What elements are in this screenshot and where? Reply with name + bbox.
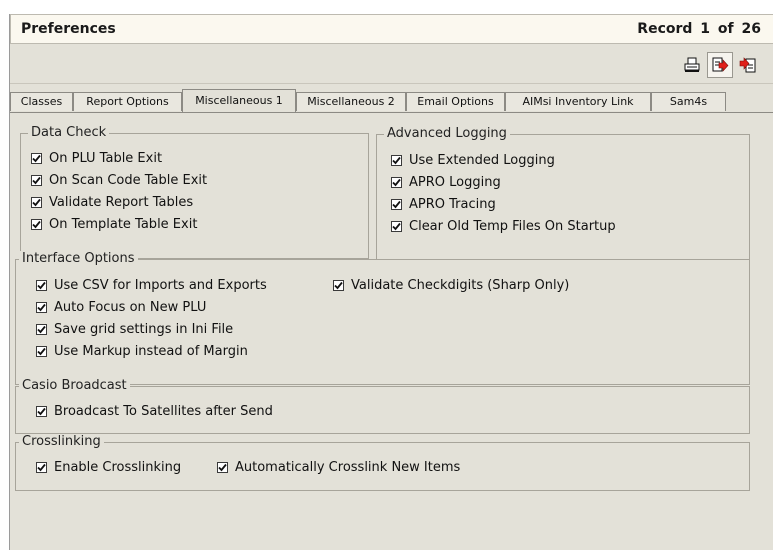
checkbox[interactable] xyxy=(36,461,47,473)
checkmark-icon xyxy=(32,198,41,206)
validate-checkdigits-checkbox[interactable]: Validate Checkdigits (Sharp Only) xyxy=(333,276,569,294)
checkmark-icon xyxy=(32,154,41,162)
use-csv-checkbox[interactable]: Use CSV for Imports and Exports xyxy=(36,276,267,294)
checkbox[interactable] xyxy=(391,220,402,232)
title-bar: Preferences Record 1 of 26 xyxy=(10,14,773,44)
apro-tracing-checkbox[interactable]: APRO Tracing xyxy=(391,195,496,213)
auto-focus-new-plu-checkbox[interactable]: Auto Focus on New PLU xyxy=(36,298,206,316)
data-check-scan-code-table-exit[interactable]: On Scan Code Table Exit xyxy=(31,171,207,189)
advanced-logging-group: Advanced Logging Use Extended Logging AP… xyxy=(376,126,750,260)
record-label: Record xyxy=(637,21,693,37)
checkbox-label: On PLU Table Exit xyxy=(49,150,163,166)
checkmark-icon xyxy=(334,281,343,289)
checkbox-label: Broadcast To Satellites after Send xyxy=(54,403,273,419)
checkmark-icon xyxy=(392,222,401,230)
tab-strip: Classes Report Options Miscellaneous 1 M… xyxy=(10,89,773,113)
casio-broadcast-group: Casio Broadcast Broadcast To Satellites … xyxy=(15,378,750,434)
checkbox-label: Clear Old Temp Files On Startup xyxy=(409,218,616,234)
checkbox-label: Automatically Crosslink New Items xyxy=(235,459,461,475)
toolbar xyxy=(10,44,773,84)
import-button[interactable] xyxy=(735,52,761,78)
import-document-icon xyxy=(739,57,756,73)
checkbox-label: APRO Logging xyxy=(409,174,501,190)
checkmark-icon xyxy=(37,347,46,355)
checkmark-icon xyxy=(32,220,41,228)
tab-classes[interactable]: Classes xyxy=(10,92,73,111)
checkbox-label: Validate Report Tables xyxy=(49,194,194,210)
save-grid-settings-checkbox[interactable]: Save grid settings in Ini File xyxy=(36,320,233,338)
use-extended-logging-checkbox[interactable]: Use Extended Logging xyxy=(391,151,555,169)
apro-logging-checkbox[interactable]: APRO Logging xyxy=(391,173,501,191)
checkbox-label: Use Extended Logging xyxy=(409,152,555,168)
checkbox[interactable] xyxy=(36,345,47,357)
printer-icon xyxy=(684,57,700,72)
auto-crosslink-new-items-checkbox[interactable]: Automatically Crosslink New Items xyxy=(217,458,460,476)
crosslinking-title: Crosslinking xyxy=(19,434,104,450)
checkbox-label: On Template Table Exit xyxy=(49,216,198,232)
data-check-plu-table-exit[interactable]: On PLU Table Exit xyxy=(31,149,162,167)
tab-miscellaneous-2[interactable]: Miscellaneous 2 xyxy=(296,92,406,111)
data-check-group: Data Check On PLU Table Exit On Scan Cod… xyxy=(20,125,369,259)
preferences-window: Preferences Record 1 of 26 Classes Repor… xyxy=(9,14,773,550)
checkbox[interactable] xyxy=(36,323,47,335)
checkmark-icon xyxy=(392,200,401,208)
export-arrow-icon xyxy=(712,57,729,72)
tab-report-options[interactable]: Report Options xyxy=(73,92,182,111)
checkbox[interactable] xyxy=(36,279,47,291)
checkbox[interactable] xyxy=(391,198,402,210)
checkbox[interactable] xyxy=(36,301,47,313)
clear-old-temp-files-checkbox[interactable]: Clear Old Temp Files On Startup xyxy=(391,217,616,235)
checkmark-icon xyxy=(392,156,401,164)
checkbox-label: Auto Focus on New PLU xyxy=(54,299,207,315)
checkbox-label: Use Markup instead of Margin xyxy=(54,343,248,359)
tab-sam4s[interactable]: Sam4s xyxy=(651,92,726,111)
data-check-validate-report-tables[interactable]: Validate Report Tables xyxy=(31,193,193,211)
tab-miscellaneous-1[interactable]: Miscellaneous 1 xyxy=(182,89,296,112)
checkbox-label: Save grid settings in Ini File xyxy=(54,321,234,337)
interface-options-group: Interface Options Use CSV for Imports an… xyxy=(15,251,750,385)
checkmark-icon xyxy=(37,325,46,333)
checkbox-label: Enable Crosslinking xyxy=(54,459,182,475)
checkbox[interactable] xyxy=(36,405,47,417)
checkbox[interactable] xyxy=(217,461,228,473)
checkmark-icon xyxy=(37,463,46,471)
casio-broadcast-title: Casio Broadcast xyxy=(19,378,130,394)
checkbox[interactable] xyxy=(333,279,344,291)
checkbox[interactable] xyxy=(31,196,42,208)
tab-email-options[interactable]: Email Options xyxy=(406,92,505,111)
interface-options-title: Interface Options xyxy=(19,251,138,267)
record-of: of xyxy=(717,21,734,37)
advanced-logging-title: Advanced Logging xyxy=(384,126,510,142)
export-button[interactable] xyxy=(707,52,733,78)
checkbox-label: On Scan Code Table Exit xyxy=(49,172,208,188)
enable-crosslinking-checkbox[interactable]: Enable Crosslinking xyxy=(36,458,181,476)
checkmark-icon xyxy=(37,281,46,289)
checkbox[interactable] xyxy=(391,154,402,166)
checkmark-icon xyxy=(37,407,46,415)
checkbox[interactable] xyxy=(31,152,42,164)
checkbox[interactable] xyxy=(31,174,42,186)
crosslinking-group: Crosslinking Enable Crosslinking Automat… xyxy=(15,434,750,491)
checkbox-label: Use CSV for Imports and Exports xyxy=(54,277,267,293)
checkmark-icon xyxy=(32,176,41,184)
checkmark-icon xyxy=(392,178,401,186)
checkbox[interactable] xyxy=(31,218,42,230)
print-button[interactable] xyxy=(679,52,705,78)
checkmark-icon xyxy=(37,303,46,311)
tab-aimsi-inventory-link[interactable]: AIMsi Inventory Link xyxy=(505,92,651,111)
broadcast-to-satellites-checkbox[interactable]: Broadcast To Satellites after Send xyxy=(36,402,273,420)
use-markup-checkbox[interactable]: Use Markup instead of Margin xyxy=(36,342,248,360)
data-check-template-table-exit[interactable]: On Template Table Exit xyxy=(31,215,197,233)
checkbox-label: Validate Checkdigits (Sharp Only) xyxy=(351,277,570,293)
checkbox-label: APRO Tracing xyxy=(409,196,496,212)
record-counter: Record 1 of 26 xyxy=(637,21,761,37)
checkbox[interactable] xyxy=(391,176,402,188)
data-check-title: Data Check xyxy=(28,125,110,141)
record-current: 1 xyxy=(700,21,711,37)
window-title: Preferences xyxy=(21,21,116,37)
checkmark-icon xyxy=(218,463,227,471)
record-total: 26 xyxy=(741,21,761,37)
